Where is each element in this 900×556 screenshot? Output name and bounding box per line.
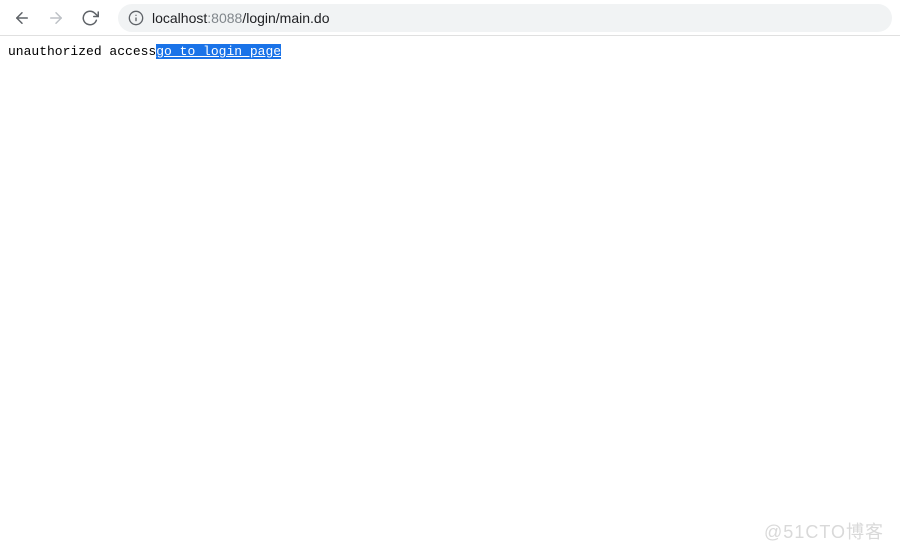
url-path: /login/main.do: [242, 10, 329, 26]
arrow-left-icon: [13, 9, 31, 27]
arrow-right-icon: [47, 9, 65, 27]
url-text: localhost:8088/login/main.do: [152, 10, 329, 26]
watermark: @51CTO博客: [764, 518, 884, 544]
info-icon[interactable]: [128, 10, 144, 26]
url-port: :8088: [207, 10, 242, 26]
login-link[interactable]: go to login page: [156, 44, 281, 59]
unauthorized-message: unauthorized access: [8, 44, 156, 59]
reload-icon: [81, 9, 99, 27]
page-content: unauthorized accessgo to login page: [0, 36, 900, 67]
browser-toolbar: localhost:8088/login/main.do: [0, 0, 900, 36]
address-bar[interactable]: localhost:8088/login/main.do: [118, 4, 892, 32]
forward-button[interactable]: [42, 4, 70, 32]
url-host: localhost: [152, 10, 207, 26]
back-button[interactable]: [8, 4, 36, 32]
reload-button[interactable]: [76, 4, 104, 32]
